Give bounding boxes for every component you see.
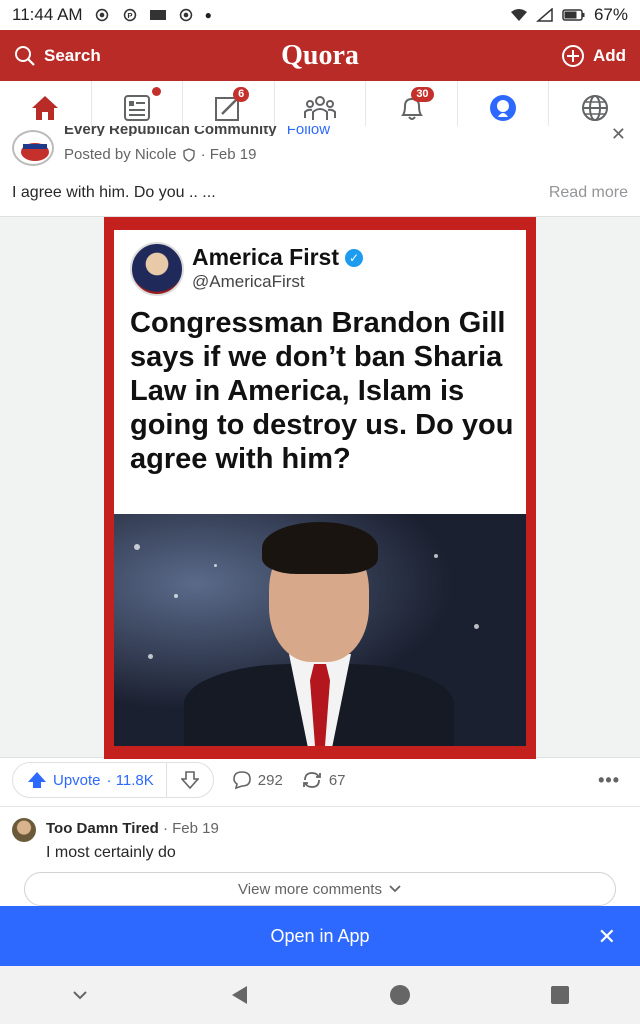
tweet-text: Congressman Brandon Gill says if we don’… (130, 307, 514, 475)
admin-shield-icon (182, 147, 195, 162)
search-button[interactable]: Search (14, 45, 101, 67)
people-icon (304, 95, 337, 120)
vote-pill: Upvote · 11.8K (12, 762, 214, 798)
post-date: · Feb 19 (200, 146, 257, 163)
post-image[interactable]: America First ✓ @AmericaFirst Congressma… (104, 217, 536, 759)
svg-text:P: P (127, 11, 132, 20)
collapse-chevron-icon[interactable] (70, 988, 90, 1002)
more-notifications-dot: ● (204, 8, 212, 22)
add-label: Add (592, 45, 626, 65)
globe-icon (581, 94, 608, 121)
add-button[interactable]: Add (561, 44, 626, 68)
chevron-down-icon (389, 885, 401, 893)
view-more-label: View more comments (238, 880, 382, 898)
comment-date: · Feb 19 (162, 820, 219, 837)
system-nav-bar (0, 966, 640, 1024)
follow-button[interactable]: Follow (287, 126, 330, 136)
share-button[interactable]: 67 (301, 770, 346, 790)
post-header: Every Republican Community Follow Posted… (0, 124, 640, 174)
feed-icon (123, 94, 150, 121)
home-icon (32, 95, 59, 120)
tweet-card: America First ✓ @AmericaFirst Congressma… (114, 230, 526, 746)
comment-text: I most certainly do (46, 844, 176, 861)
app-notification-icon (95, 8, 108, 22)
signal-icon (535, 8, 553, 22)
verified-check-icon: ✓ (345, 248, 364, 267)
tweet-handle: @AmericaFirst (192, 272, 305, 291)
status-bar: 11:44 AM P ● 67% (0, 0, 640, 30)
search-label: Search (44, 45, 101, 65)
tweet-name: America First ✓ (192, 244, 364, 271)
view-more-comments-button[interactable]: View more comments (24, 872, 616, 906)
upvote-label: Upvote (53, 771, 101, 789)
pinterest-icon: P (123, 8, 136, 22)
post-text[interactable]: I agree with him. Do you .. ... Read mor… (12, 184, 628, 202)
mail-icon (149, 10, 166, 20)
profile-icon (490, 94, 517, 121)
posted-by[interactable]: Posted by Nicole (64, 146, 177, 163)
downvote-arrow-icon (180, 771, 199, 789)
back-icon[interactable] (229, 984, 249, 1006)
top-bar: Search Quora Add (0, 30, 640, 81)
open-in-app-label: Open in App (270, 925, 370, 946)
read-more-link[interactable]: Read more (549, 184, 628, 202)
divider (0, 806, 640, 807)
comment-icon (232, 771, 251, 790)
notifications-badge: 30 (411, 87, 434, 102)
search-icon (15, 45, 35, 66)
space-avatar[interactable] (12, 130, 54, 166)
notification-dot (151, 87, 161, 96)
upvote-arrow-icon (28, 772, 46, 788)
status-time: 11:44 AM (12, 5, 83, 24)
close-icon[interactable]: ✕ (611, 124, 626, 145)
comment-button[interactable]: 292 (232, 770, 283, 790)
post-body: I agree with him. Do you .. ... (12, 184, 216, 201)
tweet-avatar (130, 242, 184, 296)
wifi-icon (510, 9, 527, 21)
battery-icon (562, 9, 585, 21)
republican-logo-icon (21, 143, 49, 161)
home-button-icon[interactable] (389, 984, 411, 1006)
post-image-area[interactable]: America First ✓ @AmericaFirst Congressma… (0, 216, 640, 759)
downvote-button[interactable] (167, 763, 213, 797)
upvote-count: · 11.8K (106, 771, 154, 789)
chrome-icon (179, 8, 192, 22)
commenter-avatar[interactable] (12, 818, 36, 842)
action-bar: Upvote · 11.8K 292 67 ••• (12, 762, 628, 798)
plus-circle-icon (561, 44, 584, 67)
share-count: 67 (328, 771, 346, 789)
reshare-icon (302, 772, 321, 788)
upvote-button[interactable]: Upvote · 11.8K (13, 763, 167, 797)
comment-header: Too Damn Tired · Feb 19 (46, 820, 219, 837)
open-in-app-banner[interactable]: Open in App ✕ (0, 906, 640, 966)
close-banner-icon[interactable]: ✕ (598, 924, 616, 950)
post-meta: Posted by Nicole · Feb 19 (64, 146, 256, 163)
recents-icon[interactable] (550, 985, 570, 1005)
answer-badge: 6 (233, 87, 250, 102)
more-options-icon[interactable]: ••• (598, 770, 620, 791)
comment-author[interactable]: Too Damn Tired (46, 820, 159, 837)
comment-count: 292 (257, 771, 283, 789)
portrait-photo (114, 514, 526, 746)
battery-percent: 67% (593, 5, 628, 24)
space-name[interactable]: Every Republican Community Follow (64, 126, 330, 136)
